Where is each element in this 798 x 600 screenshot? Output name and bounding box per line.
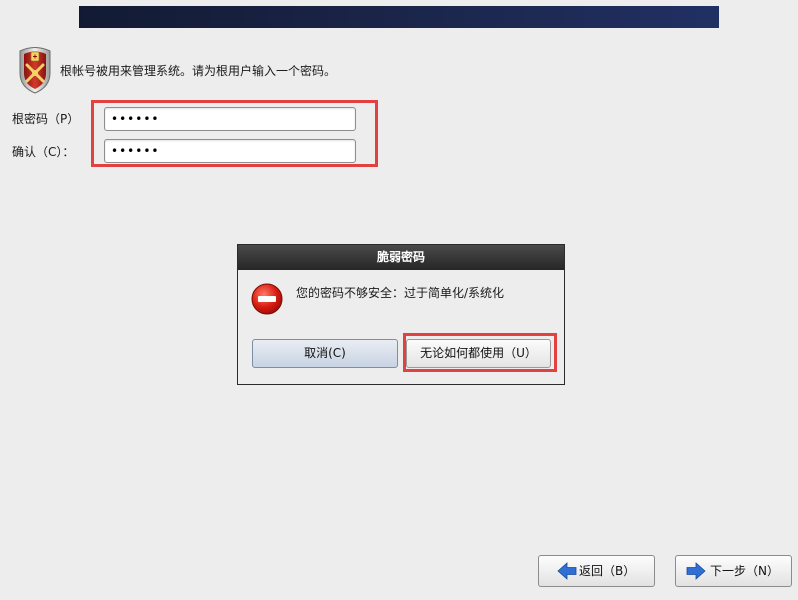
- back-button[interactable]: 返回（B）: [538, 555, 655, 587]
- arrow-left-icon: [557, 561, 577, 581]
- use-anyway-button[interactable]: 无论如何都使用（U）: [406, 339, 551, 368]
- confirm-password-label: 确认（C）：: [12, 145, 75, 159]
- next-button[interactable]: 下一步（N）: [675, 555, 792, 587]
- root-shield-icon: [16, 45, 54, 95]
- dialog-message: 您的密码不够安全：过于简单化/系统化: [296, 286, 505, 300]
- cancel-button[interactable]: 取消(C): [252, 339, 398, 368]
- next-button-label: 下一步（N）: [710, 564, 779, 578]
- root-password-label: 根密码（P）: [12, 112, 80, 126]
- dialog-title: 脆弱密码: [238, 245, 564, 270]
- intro-text: 根帐号被用来管理系统。请为根用户输入一个密码。: [60, 64, 337, 78]
- confirm-password-input[interactable]: ••••••: [104, 139, 356, 163]
- error-icon: [251, 283, 283, 315]
- arrow-right-icon: [686, 561, 706, 581]
- back-button-label: 返回（B）: [579, 564, 636, 578]
- root-password-input[interactable]: ••••••: [104, 107, 356, 131]
- weak-password-dialog: 脆弱密码 您的密码不够安全：过于简单化/系统化 取消(C) 无论如何都使用（U）: [237, 244, 565, 385]
- header-banner: [79, 6, 719, 28]
